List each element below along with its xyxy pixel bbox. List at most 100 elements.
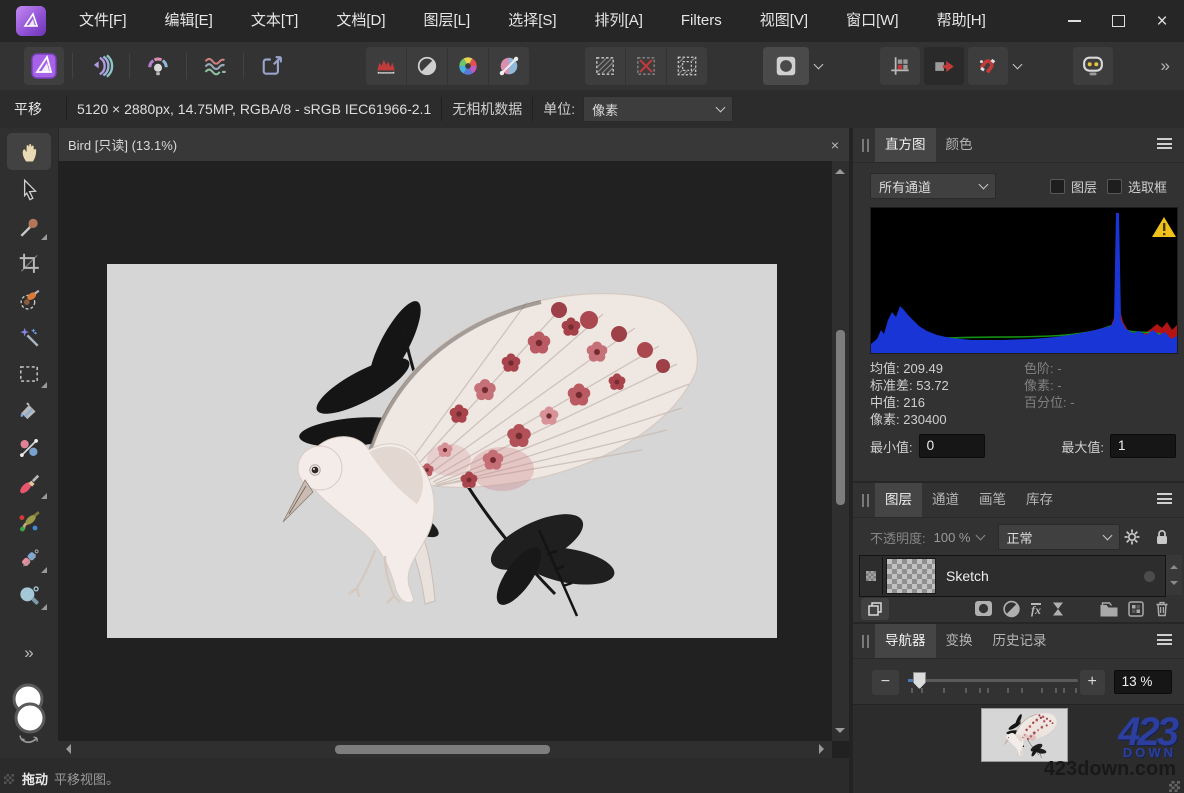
deselect-button[interactable] <box>626 47 666 85</box>
navigator-preview-area[interactable]: 423 DOWN 423down.com <box>853 704 1184 793</box>
menu-window[interactable]: 窗口[W] <box>827 0 918 42</box>
move-tool[interactable] <box>7 170 51 207</box>
mask-layer-icon[interactable] <box>973 599 995 619</box>
vertical-scroll-thumb[interactable] <box>836 330 845 505</box>
group-layers-icon[interactable] <box>1098 599 1120 619</box>
menu-layer[interactable]: 图层[L] <box>405 0 490 42</box>
tab-stock[interactable]: 库存 <box>1016 483 1063 517</box>
blend-options-gear-icon[interactable] <box>1122 527 1142 547</box>
blend-mode-dropdown[interactable]: 正常 <box>998 524 1120 550</box>
color-swatches[interactable] <box>7 682 51 748</box>
layer-list-scrollbar[interactable] <box>1166 555 1182 595</box>
scroll-left-arrow[interactable] <box>66 744 71 754</box>
snapping-button[interactable] <box>968 47 1008 85</box>
menu-help[interactable]: 帮助[H] <box>918 0 1005 42</box>
paint-brush-tool[interactable] <box>7 466 51 503</box>
menu-document[interactable]: 文档[D] <box>317 0 404 42</box>
duplicate-layer-button[interactable] <box>861 598 889 620</box>
tab-close-button[interactable]: × <box>831 137 839 153</box>
invert-selection-button[interactable] <box>667 47 707 85</box>
tab-histogram[interactable]: 直方图 <box>875 128 936 162</box>
scroll-down-arrow[interactable] <box>835 728 845 733</box>
gradient-tool[interactable] <box>7 429 51 466</box>
vertical-scrollbar[interactable] <box>832 161 849 741</box>
menu-edit[interactable]: 编辑[E] <box>146 0 232 42</box>
liquify-persona-button[interactable] <box>81 47 121 85</box>
menu-view[interactable]: 视图[V] <box>741 0 827 42</box>
menu-select[interactable]: 选择[S] <box>489 0 575 42</box>
tab-channels[interactable]: 通道 <box>922 483 969 517</box>
flood-fill-tool[interactable] <box>7 392 51 429</box>
panel-drag-handle[interactable] <box>862 635 869 648</box>
menu-arrange[interactable]: 排列[A] <box>576 0 662 42</box>
panel-menu-icon[interactable] <box>1157 634 1172 648</box>
channel-selector-dropdown[interactable]: 所有通道 <box>870 173 996 199</box>
menu-file[interactable]: 文件[F] <box>60 0 146 42</box>
develop-persona-button[interactable] <box>138 47 178 85</box>
maximize-button[interactable] <box>1096 0 1140 42</box>
flood-select-tool[interactable] <box>7 318 51 355</box>
menu-filters[interactable]: Filters <box>662 0 741 42</box>
rasterize-icon[interactable] <box>1126 599 1146 619</box>
layer-thumbnail[interactable] <box>886 558 936 594</box>
toolbar-overflow-chevron[interactable]: » <box>1161 56 1170 76</box>
scroll-up-arrow[interactable] <box>835 169 845 174</box>
document-tab[interactable]: Bird [只读] (13.1%) <box>58 135 177 154</box>
lock-icon[interactable] <box>1152 527 1172 547</box>
unit-dropdown[interactable]: 像素 <box>583 96 733 122</box>
more-tools-button[interactable]: » <box>7 640 51 666</box>
layer-checkbox[interactable] <box>1050 179 1065 194</box>
erase-brush-tool[interactable] <box>7 540 51 577</box>
auto-colors-button[interactable] <box>448 47 488 85</box>
move-forward-button[interactable] <box>924 47 964 85</box>
tab-layers[interactable]: 图层 <box>875 483 922 517</box>
zoom-in-button[interactable]: + <box>1080 670 1105 695</box>
transform-origin-button[interactable] <box>880 47 920 85</box>
close-button[interactable]: × <box>1140 0 1184 42</box>
blur-tool[interactable] <box>7 577 51 614</box>
max-value-input[interactable]: 1 <box>1110 434 1176 458</box>
selection-brush-tool[interactable] <box>7 281 51 318</box>
layer-name[interactable]: Sketch <box>946 568 989 584</box>
color-replacement-brush-tool[interactable] <box>7 503 51 540</box>
assistant-button[interactable] <box>1073 47 1113 85</box>
panel-drag-handle[interactable] <box>862 494 869 507</box>
tab-transform[interactable]: 变换 <box>936 624 983 658</box>
quick-mask-button[interactable] <box>763 47 809 85</box>
zoom-slider[interactable] <box>908 668 1072 696</box>
canvas-viewport[interactable] <box>58 161 849 758</box>
scroll-right-arrow[interactable] <box>819 744 824 754</box>
quick-mask-dropdown-chevron[interactable] <box>814 60 824 70</box>
layer-scroll-down[interactable] <box>1170 581 1178 589</box>
panel-menu-icon[interactable] <box>1157 138 1172 152</box>
crop-tool[interactable] <box>7 244 51 281</box>
horizontal-scrollbar[interactable] <box>58 741 832 758</box>
opacity-dropdown[interactable]: 100 % <box>934 530 984 545</box>
marquee-select-tool[interactable] <box>7 355 51 392</box>
live-filter-icon[interactable]: fx <box>1031 603 1041 616</box>
tab-brushes[interactable]: 画笔 <box>969 483 1016 517</box>
marquee-checkbox[interactable] <box>1107 179 1122 194</box>
tone-mapping-persona-button[interactable] <box>195 47 235 85</box>
menu-text[interactable]: 文本[T] <box>232 0 318 42</box>
layer-grip-icon[interactable] <box>866 571 876 581</box>
delete-layer-icon[interactable] <box>1152 599 1172 619</box>
zoom-out-button[interactable]: − <box>872 670 899 695</box>
panel-menu-icon[interactable] <box>1157 493 1172 507</box>
photo-persona-button[interactable] <box>24 47 64 85</box>
adjustment-layer-icon[interactable] <box>1001 599 1023 619</box>
blend-ranges-icon[interactable] <box>1048 599 1068 619</box>
min-value-input[interactable]: 0 <box>919 434 985 458</box>
auto-levels-button[interactable] <box>366 47 406 85</box>
snapping-dropdown-chevron[interactable] <box>1013 60 1023 70</box>
app-logo-icon[interactable] <box>16 6 46 36</box>
minimize-button[interactable] <box>1052 0 1096 42</box>
layer-visibility-dot[interactable] <box>1144 571 1155 582</box>
color-picker-tool[interactable] <box>7 207 51 244</box>
auto-contrast-button[interactable] <box>407 47 447 85</box>
tab-history[interactable]: 历史记录 <box>983 624 1057 658</box>
select-all-button[interactable] <box>585 47 625 85</box>
tab-navigator[interactable]: 导航器 <box>875 624 936 658</box>
panel-drag-handle[interactable] <box>862 139 869 152</box>
panel-resize-grip[interactable] <box>1169 781 1180 792</box>
